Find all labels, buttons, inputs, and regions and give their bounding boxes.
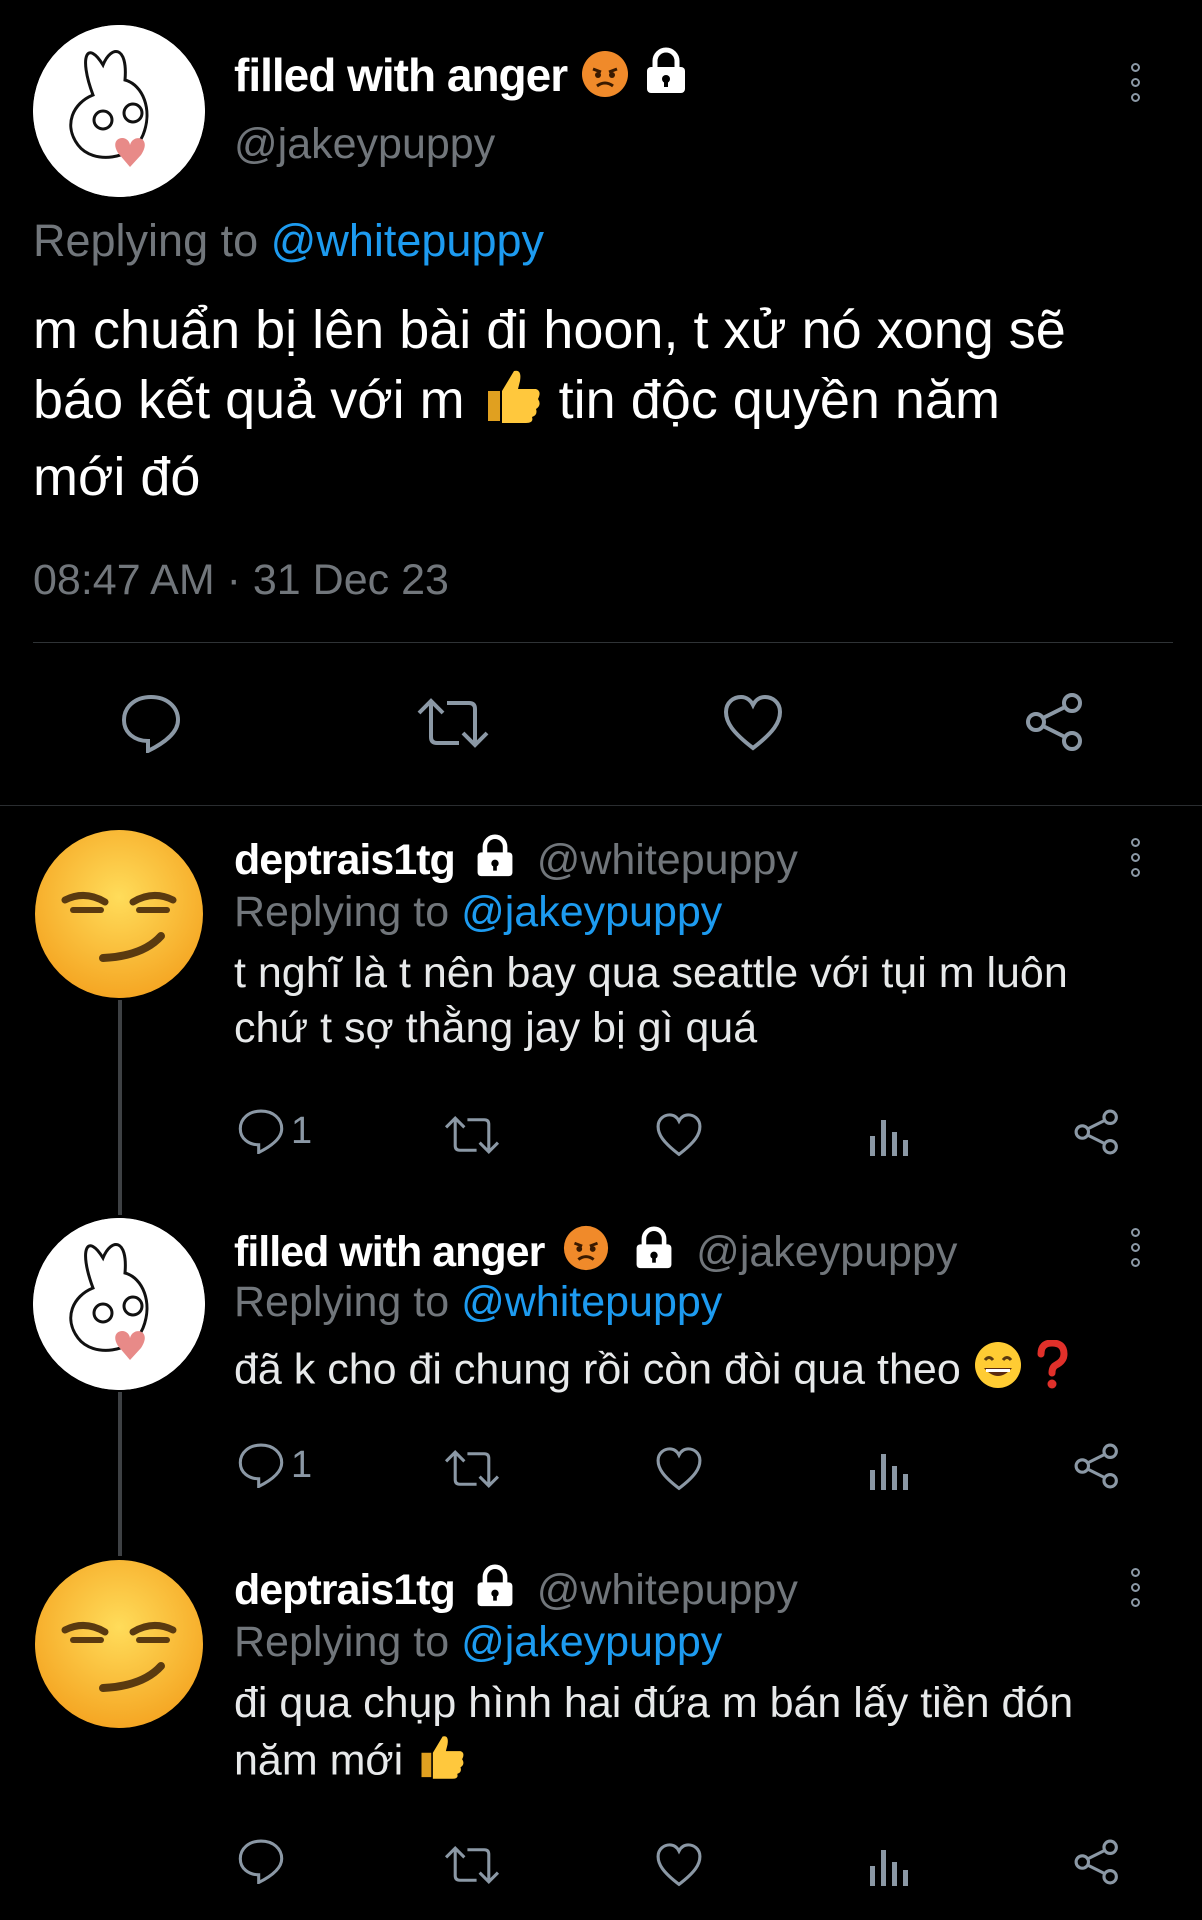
angry-face-icon: [562, 1224, 610, 1272]
angry-face-icon: [580, 49, 630, 99]
replying-to-link[interactable]: @jakeypuppy: [461, 1618, 722, 1666]
replying-to-link[interactable]: @whitepuppy: [461, 1278, 722, 1326]
replying-to-link[interactable]: @jakeypuppy: [461, 888, 722, 936]
avatar[interactable]: [33, 828, 205, 1000]
tweet-text-part: năm mới: [234, 1736, 404, 1785]
replying-to: Replying to @whitepuppy: [234, 1278, 722, 1327]
replying-to-label: Replying to: [33, 215, 259, 266]
thumbs-up-icon: [480, 365, 544, 442]
replying-to: Replying to @jakeypuppy: [234, 888, 722, 937]
replying-to: Replying to @whitepuppy: [33, 215, 544, 267]
divider: [33, 642, 1173, 643]
reply-tweet[interactable]: deptrais1tg @whitepuppy Replying to @jak…: [0, 806, 1202, 1196]
tweet-text: đi qua chụp hình hai đứa m bán lấy tiền …: [234, 1676, 1073, 1795]
tweet-text: t nghĩ là t nên bay qua seattle với tụi …: [234, 946, 1068, 1056]
tweet-text-line: đi qua chụp hình hai đứa m bán lấy tiền …: [234, 1679, 1074, 1727]
share-icon[interactable]: [1073, 1442, 1121, 1490]
reply-header: deptrais1tg @whitepuppy: [234, 834, 798, 885]
handle[interactable]: @jakeypuppy: [234, 120, 495, 169]
more-options-icon[interactable]: [1131, 838, 1140, 883]
handle[interactable]: @whitepuppy: [537, 1566, 798, 1614]
reply-icon[interactable]: [237, 1838, 285, 1884]
display-name[interactable]: deptrais1tg: [234, 1566, 456, 1614]
reply-button[interactable]: 1: [237, 1108, 312, 1154]
replying-to: Replying to @jakeypuppy: [234, 1618, 722, 1667]
tweet-text: m chuẩn bị lên bài đi hoon, t xử nó xong…: [33, 295, 1193, 512]
display-name[interactable]: filled with anger: [234, 1228, 545, 1276]
lock-icon: [473, 834, 517, 878]
retweet-icon[interactable]: [443, 1842, 501, 1888]
share-icon[interactable]: [1024, 691, 1086, 753]
replying-to-label: Replying to: [234, 1278, 450, 1326]
lock-icon: [643, 47, 689, 95]
display-name[interactable]: deptrais1tg: [234, 836, 456, 884]
reply-count: 1: [291, 1109, 313, 1152]
like-icon[interactable]: [655, 1842, 703, 1888]
tweet-text-part: tin độc quyền năm: [558, 370, 1000, 430]
grinning-face-icon: [973, 1340, 1023, 1404]
reply-button[interactable]: 1: [237, 1442, 312, 1488]
lock-icon: [632, 1226, 676, 1270]
replying-to-label: Replying to: [234, 888, 450, 936]
thumbs-up-icon: [415, 1731, 467, 1795]
like-icon[interactable]: [655, 1446, 703, 1492]
handle[interactable]: @whitepuppy: [537, 836, 798, 884]
avatar[interactable]: [33, 1218, 205, 1390]
analytics-icon[interactable]: [868, 1842, 912, 1888]
reply-icon[interactable]: [120, 693, 182, 753]
tweet-text-line: m chuẩn bị lên bài đi hoon, t xử nó xong…: [33, 300, 1066, 360]
main-tweet: filled with anger @jakeypuppy Replying t…: [0, 0, 1202, 805]
reply-tweet[interactable]: deptrais1tg @whitepuppy Replying to @jak…: [0, 1536, 1202, 1920]
retweet-icon[interactable]: [443, 1112, 501, 1158]
more-options-icon[interactable]: [1131, 63, 1140, 108]
reply-header: deptrais1tg @whitepuppy: [234, 1564, 798, 1615]
tweet-text-part: báo kết quả với m: [33, 370, 465, 430]
more-options-icon[interactable]: [1131, 1228, 1140, 1273]
avatar[interactable]: [33, 1558, 205, 1730]
question-mark-icon: [1035, 1339, 1069, 1404]
reply-count: 1: [291, 1443, 313, 1486]
tweet-text-line: năm mới: [234, 1731, 1073, 1795]
avatar[interactable]: [33, 25, 205, 197]
share-icon[interactable]: [1073, 1838, 1121, 1886]
retweet-icon[interactable]: [443, 1446, 501, 1492]
lock-icon: [473, 1564, 517, 1608]
like-icon[interactable]: [722, 694, 784, 752]
more-options-icon[interactable]: [1131, 1568, 1140, 1613]
display-name[interactable]: filled with anger: [234, 48, 568, 102]
analytics-icon[interactable]: [868, 1446, 912, 1492]
tweet-text: đã k cho đi chung rồi còn đòi qua theo: [234, 1339, 1069, 1404]
reply-header: filled with anger @jakeypuppy: [234, 1224, 957, 1277]
tweet-text-line: chứ t sợ thằng jay bị gì quá: [234, 1004, 758, 1052]
reply-tweet[interactable]: filled with anger @jakeypuppy Replying t…: [0, 1196, 1202, 1556]
replying-to-link[interactable]: @whitepuppy: [271, 215, 544, 266]
tweet-text-line: t nghĩ là t nên bay qua seattle với tụi …: [234, 949, 1068, 997]
retweet-icon[interactable]: [415, 693, 491, 753]
analytics-icon[interactable]: [868, 1112, 912, 1158]
like-icon[interactable]: [655, 1112, 703, 1158]
tweet-text-line: mới đó: [33, 447, 201, 508]
replying-to-label: Replying to: [234, 1618, 450, 1666]
tweet-text-line: báo kết quả với m tin độc quyền năm: [33, 365, 1193, 442]
handle[interactable]: @jakeypuppy: [696, 1228, 957, 1276]
timestamp: 08:47 AM · 31 Dec 23: [33, 556, 449, 604]
tweet-text-line: đã k cho đi chung rồi còn đòi qua theo: [234, 1345, 961, 1394]
share-icon[interactable]: [1073, 1108, 1121, 1156]
